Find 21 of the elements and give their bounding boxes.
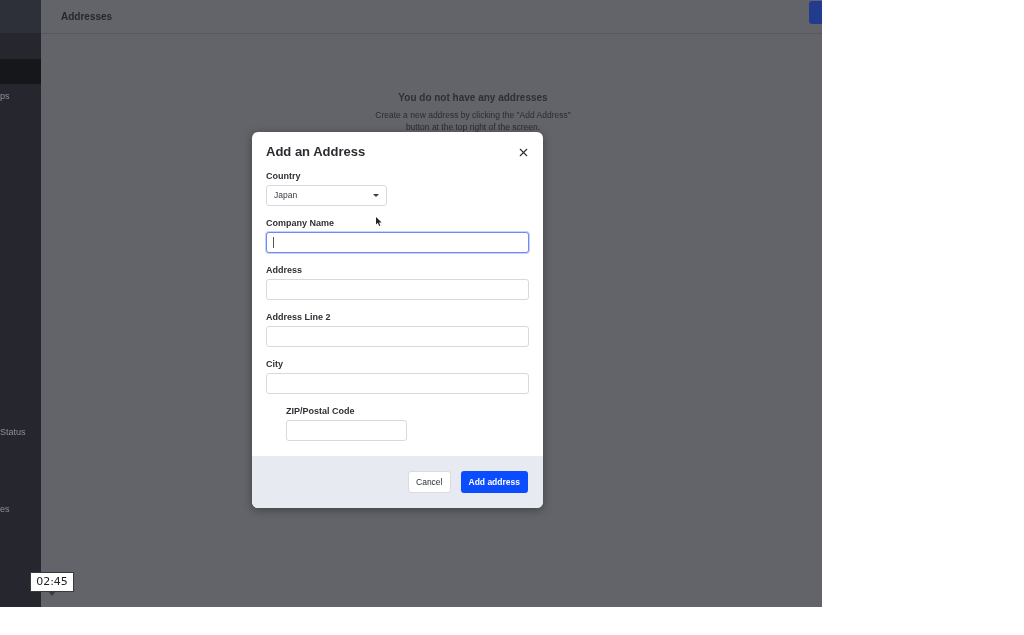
sidebar-item[interactable]: ps (0, 84, 41, 109)
field-label: ZIP/Postal Code (286, 406, 355, 417)
mouse-pointer-icon (376, 217, 382, 226)
dialog-title: Add an Address (266, 143, 366, 162)
field-label: Company Name (266, 218, 335, 229)
page-title: Addresses (61, 10, 113, 24)
text-cursor-icon (273, 237, 274, 248)
input-field[interactable] (266, 232, 529, 253)
cancel-button[interactable]: Cancel (408, 471, 451, 493)
select-field[interactable]: Japan (266, 185, 387, 206)
field-label: City (266, 359, 283, 370)
add-address-button[interactable]: Add address (460, 471, 528, 493)
field-label: Address (266, 265, 302, 276)
sidebar-item[interactable]: es (0, 497, 41, 522)
video-timestamp: 02:45 (30, 572, 74, 592)
tooltip-pointer-icon (48, 591, 56, 596)
sidebar-item[interactable]: Status (0, 420, 41, 445)
caret-icon (373, 194, 379, 197)
field-label: Address Line 2 (266, 312, 331, 323)
field-label: Country (266, 171, 301, 182)
sidebar-item[interactable] (0, 59, 41, 84)
